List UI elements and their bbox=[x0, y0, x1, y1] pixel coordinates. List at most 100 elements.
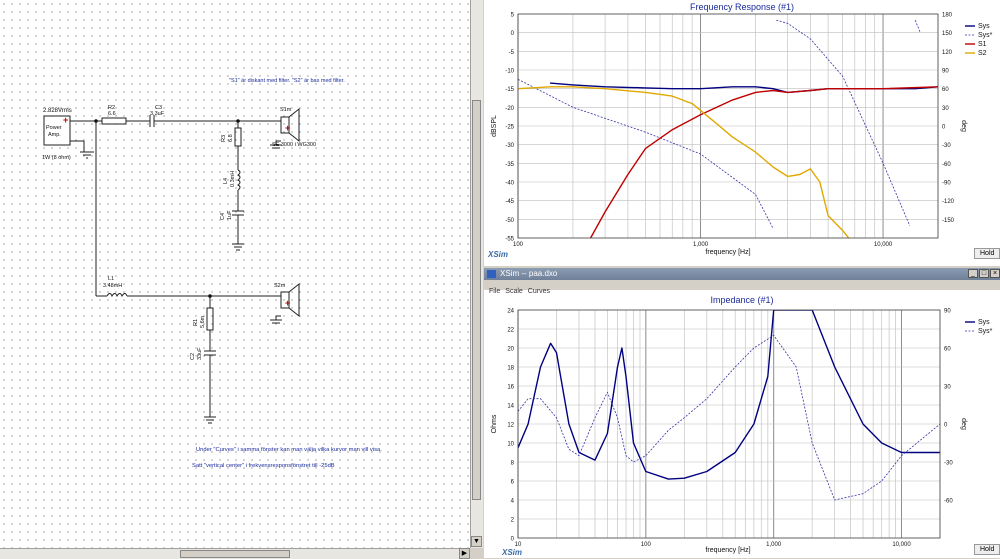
imp-y2-tick-label: 60 bbox=[944, 347, 951, 353]
imp-y-tick-label: 20 bbox=[507, 347, 514, 353]
fr-y2-tick-label: 30 bbox=[942, 106, 949, 112]
fr-hold-button[interactable]: Hold bbox=[974, 248, 1000, 259]
imp-y-tick-label: 12 bbox=[507, 423, 514, 429]
c4-value: 1uF bbox=[227, 210, 233, 220]
maximize-icon[interactable]: □ bbox=[979, 269, 989, 278]
fr-xlabel: frequency [Hz] bbox=[705, 249, 750, 256]
schematic-horizontal-scroll-thumb[interactable] bbox=[180, 550, 290, 558]
imp-ylabel-left: Ohms bbox=[491, 414, 498, 433]
s2-name: S2m bbox=[274, 283, 286, 289]
fr-y2-tick-label: -90 bbox=[942, 181, 951, 187]
fr-y2-tick-label: 60 bbox=[942, 87, 949, 93]
fr-series-sys bbox=[550, 82, 938, 94]
fr-ylabel-left: dBSPL bbox=[491, 115, 498, 137]
imp-y-tick-label: 4 bbox=[511, 499, 515, 505]
fr-y-tick-label: -15 bbox=[505, 87, 514, 93]
fr-y2-tick-label: 150 bbox=[942, 31, 953, 37]
fr-legend-label: Sys bbox=[978, 23, 990, 30]
fr-y-tick-label: -45 bbox=[505, 199, 514, 205]
fr-y2-tick-label: -30 bbox=[942, 143, 951, 149]
fr-y-tick-label: 5 bbox=[511, 13, 515, 19]
fr-brand: XSim bbox=[487, 250, 508, 259]
imp-y-tick-label: 10 bbox=[507, 442, 514, 448]
imp-y-tick-label: 18 bbox=[507, 366, 514, 372]
impedance-menubar: File Scale Curves bbox=[484, 280, 1000, 295]
c2-name: C2 bbox=[190, 353, 196, 360]
c2-value: 33uF bbox=[197, 347, 203, 360]
inductor-l4 bbox=[237, 169, 241, 191]
impedance-window: XSim -- paa.dxo _ □ × File Scale Curves Im… bbox=[484, 268, 1000, 558]
s1-name: S1m bbox=[280, 107, 292, 113]
fr-title: Frequency Response (#1) bbox=[690, 2, 794, 12]
imp-y2-tick-label: -60 bbox=[944, 499, 953, 505]
scroll-down-icon[interactable]: ▼ bbox=[471, 536, 482, 547]
schematic-note-top: "S1" är diskant med filter. "S2" är bas … bbox=[229, 78, 345, 84]
svg-text:+: + bbox=[285, 298, 290, 308]
source-voltage: 2.828Vrms bbox=[43, 108, 72, 114]
fr-y2-tick-label: -150 bbox=[942, 218, 955, 224]
resistor-r3 bbox=[234, 127, 242, 147]
imp-x-tick-label: 10,000 bbox=[892, 542, 911, 548]
schematic-canvas[interactable]: + + + "S1" är diskant med filter. "S2" ä… bbox=[0, 0, 470, 548]
scroll-right-icon[interactable]: ▶ bbox=[459, 548, 470, 559]
c4-name: C4 bbox=[220, 213, 226, 220]
frequency-response-chart: Frequency Response (#1) 5 0 -5 -10 -15 -20 -25… bbox=[487, 2, 993, 259]
schematic-note-bottom-1: Under "Curves" i samma fönster kan man v… bbox=[196, 447, 382, 453]
fr-y2-tick-label: -60 bbox=[942, 162, 951, 168]
close-icon[interactable]: × bbox=[990, 269, 1000, 278]
imp-y-tick-label: 22 bbox=[507, 328, 514, 334]
imp-ylabel-right: deg bbox=[960, 418, 967, 430]
imp-legend-label: Sys bbox=[978, 319, 990, 326]
minimize-icon[interactable]: _ bbox=[968, 269, 978, 278]
r1-name: R1 bbox=[193, 319, 199, 326]
imp-x-tick-label: 100 bbox=[641, 542, 652, 548]
imp-y2-tick-label: 30 bbox=[944, 385, 951, 391]
source-label-2: Amp. bbox=[48, 132, 61, 138]
imp-y2-tick-label: 90 bbox=[944, 309, 951, 315]
svg-text:+: + bbox=[63, 115, 68, 125]
resistor-r2 bbox=[101, 117, 127, 125]
svg-text:+: + bbox=[285, 123, 290, 133]
imp-y-tick-label: 16 bbox=[507, 385, 514, 391]
fr-x-tick-label: 10,000 bbox=[874, 242, 893, 248]
fr-ylabel-right: deg bbox=[960, 120, 967, 132]
r3-value: 6.8 bbox=[228, 134, 234, 142]
schematic-vertical-scrollbar[interactable]: ▼ bbox=[470, 0, 483, 548]
fr-y-tick-label: 0 bbox=[511, 31, 515, 37]
fr-y-tick-label: -30 bbox=[505, 143, 514, 149]
app-icon bbox=[487, 270, 496, 278]
inductor-l1 bbox=[106, 293, 128, 298]
fr-y-tick-label: -35 bbox=[505, 162, 514, 168]
fr-legend-label: S2 bbox=[978, 50, 987, 57]
fr-x-tick-label: 1,000 bbox=[693, 242, 709, 248]
fr-series-s2 bbox=[518, 86, 850, 238]
imp-y-tick-label: 8 bbox=[511, 461, 515, 467]
imp-series-sys-star bbox=[518, 334, 940, 501]
imp-brand: XSim bbox=[501, 548, 522, 557]
impedance-window-title: XSim -- paa.dxo bbox=[500, 269, 558, 278]
fr-legend-label: Sys* bbox=[978, 32, 993, 39]
schematic-vertical-scroll-thumb[interactable] bbox=[472, 100, 481, 500]
r1-value: 5.6m bbox=[200, 315, 206, 328]
imp-series-sys bbox=[518, 310, 940, 480]
resistor-r1 bbox=[206, 307, 214, 331]
fr-y-tick-label: -25 bbox=[505, 125, 514, 131]
imp-xlabel: frequency [Hz] bbox=[705, 547, 750, 554]
fr-series-s1 bbox=[589, 86, 938, 238]
impedance-window-titlebar[interactable]: XSim -- paa.dxo _ □ × bbox=[484, 268, 1000, 280]
imp-title: Impedance (#1) bbox=[710, 295, 773, 305]
fr-legend-label: S1 bbox=[978, 41, 987, 48]
l1-name: L1 bbox=[108, 276, 114, 282]
fr-y-tick-label: -40 bbox=[505, 181, 514, 187]
impedance-chart: Impedance (#1) 242220181614121086420 906… bbox=[491, 295, 993, 557]
r3-name: R3 bbox=[221, 135, 227, 142]
fr-y2-tick-label: 0 bbox=[942, 125, 946, 131]
fr-y-tick-label: -10 bbox=[505, 69, 514, 75]
fr-y2-tick-label: 120 bbox=[942, 50, 953, 56]
schematic-drawing: + + + "S1" är diskant med filter. "S2" ä… bbox=[42, 78, 382, 469]
source-power: 1W (8 ohm) bbox=[42, 155, 71, 161]
imp-hold-button[interactable]: Hold bbox=[974, 544, 1000, 555]
fr-y-tick-label: -50 bbox=[505, 218, 514, 224]
imp-y2-tick-label: 0 bbox=[944, 423, 948, 429]
schematic-horizontal-scrollbar[interactable]: ▶ bbox=[0, 548, 470, 559]
